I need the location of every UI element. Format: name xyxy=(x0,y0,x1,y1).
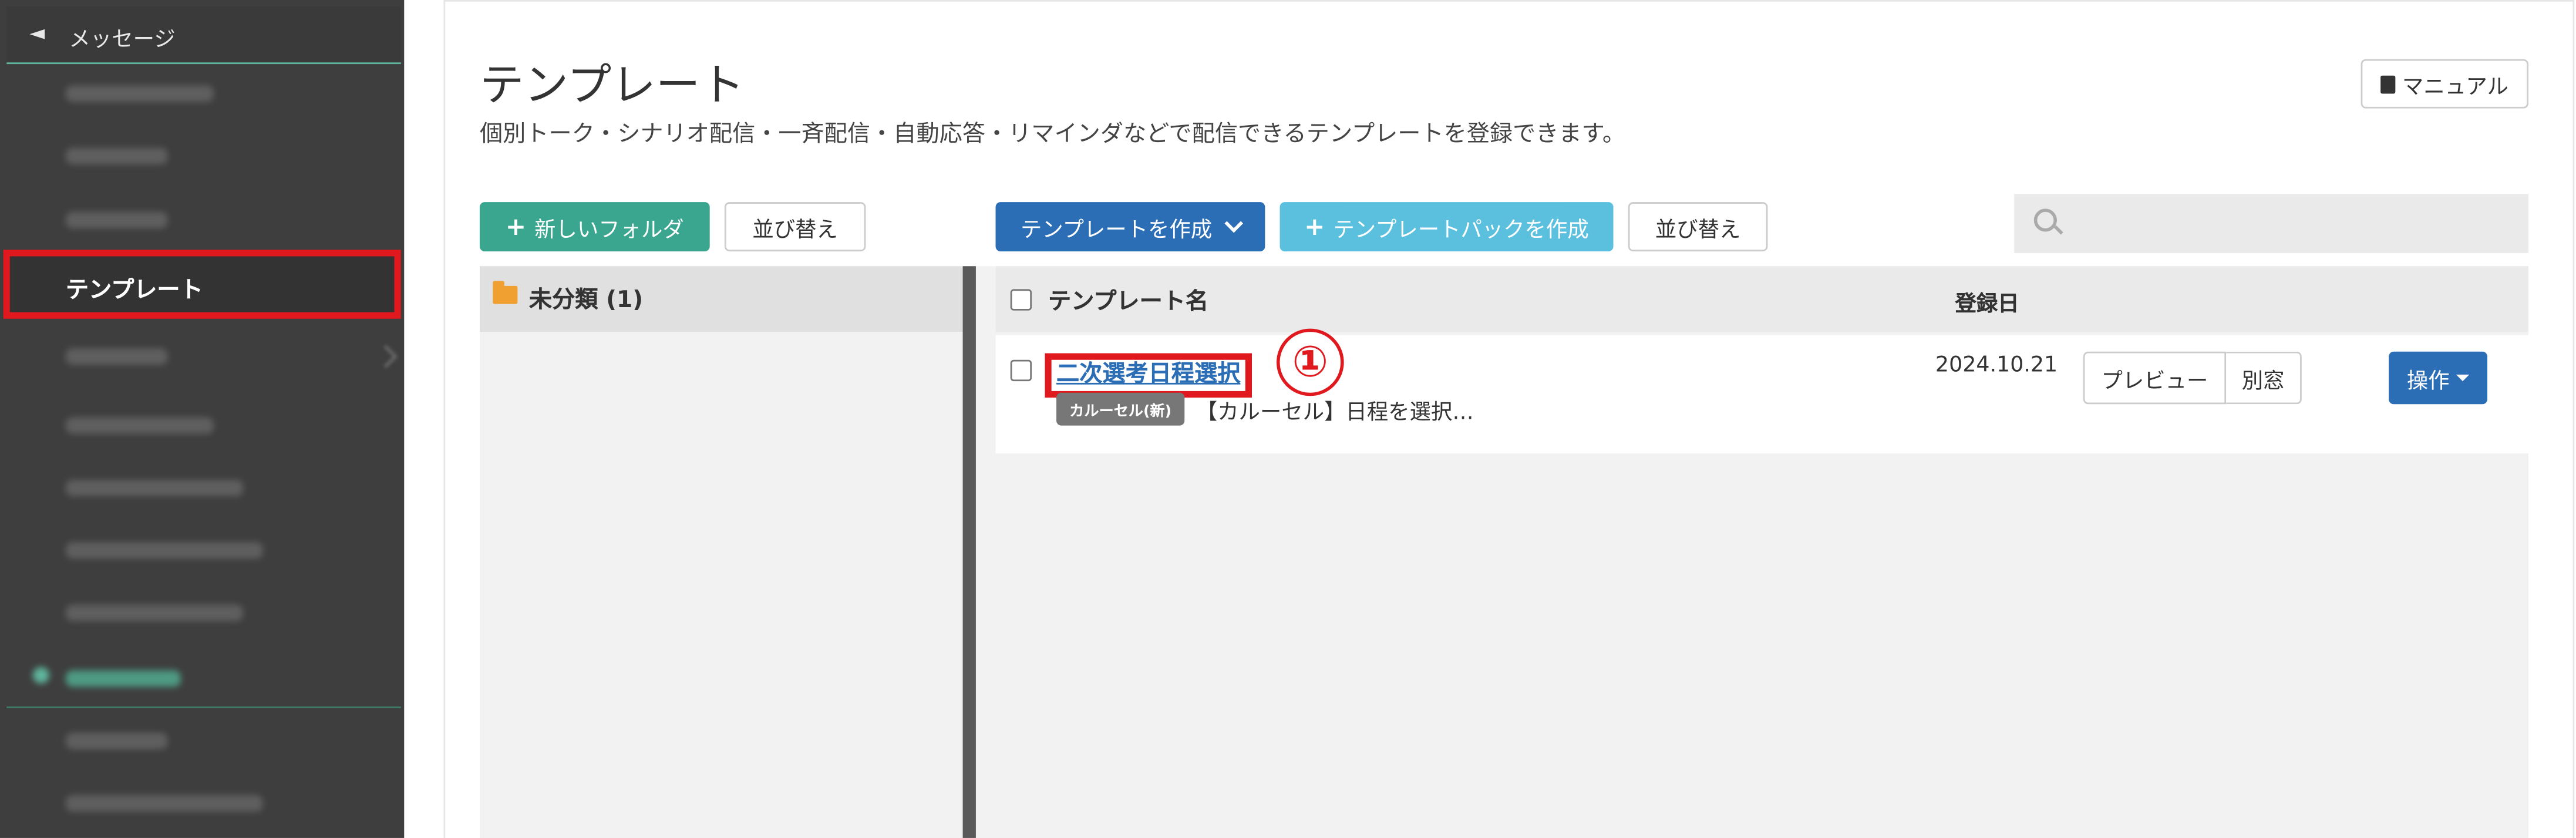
table-row: 二次選考日程選択 ① カルーセル(新) 【カルーセル】日程を選択… 2024.1… xyxy=(995,328,2528,454)
template-table: テンプレート名 登録日 二次選考日程選択 ① カルーセル(新) 【カルーセル】日… xyxy=(975,266,2528,838)
template-sort-label: 並び替え xyxy=(1655,217,1741,243)
sidebar-item-blurred[interactable] xyxy=(65,85,214,102)
folder-item-uncategorized[interactable]: 未分類 (1) xyxy=(479,266,963,332)
sidebar-item-label: テンプレート xyxy=(65,277,203,304)
sidebar-item-blurred[interactable] xyxy=(65,604,244,621)
sidebar-item-blurred[interactable] xyxy=(65,348,168,365)
folder-label: 未分類 (1) xyxy=(528,287,644,314)
page-title: テンプレート xyxy=(479,60,745,112)
megaphone-icon: ◄ xyxy=(29,21,45,45)
section-label-blurred xyxy=(65,670,181,687)
caret-down-icon xyxy=(2456,374,2470,382)
template-description: 【カルーセル】日程を選択… xyxy=(1196,401,1474,426)
preview-button-group: プレビュー 別窓 xyxy=(2083,351,2302,405)
template-name-link[interactable]: 二次選考日程選択 xyxy=(1045,353,1252,398)
folder-panel: 未分類 (1) xyxy=(479,266,963,838)
template-sort-button[interactable]: 並び替え xyxy=(1628,202,1768,252)
select-all-checkbox[interactable] xyxy=(1010,289,1032,311)
actions-dropdown-button[interactable]: 操作 xyxy=(2389,351,2488,405)
folder-sort-button[interactable]: 並び替え xyxy=(724,202,866,252)
sidebar-item-blurred[interactable] xyxy=(65,732,168,749)
page-description: 個別トーク・シナリオ配信・一斉配信・自動応答・リマインダなどで配信できるテンプレ… xyxy=(479,122,1626,148)
create-template-pack-button[interactable]: + テンプレートパックを作成 xyxy=(1279,202,1614,252)
plus-icon: + xyxy=(505,211,527,242)
template-type-badge: カルーセル(新) xyxy=(1056,392,1185,426)
chevron-icon xyxy=(374,345,398,368)
section-icon xyxy=(32,667,49,684)
new-folder-label: 新しいフォルダ xyxy=(534,217,684,243)
sidebar-item-blurred[interactable] xyxy=(65,795,263,812)
manual-button[interactable]: マニュアル xyxy=(2361,59,2528,109)
table-header: テンプレート名 登録日 xyxy=(995,266,2528,332)
panel-resize-handle[interactable] xyxy=(962,266,976,838)
column-header-date: 登録日 xyxy=(1955,292,2019,317)
plus-icon: + xyxy=(1304,211,1325,242)
sidebar-item-template[interactable]: テンプレート xyxy=(3,250,401,319)
search-icon xyxy=(2033,208,2057,232)
registration-date: 2024.10.21 xyxy=(1935,353,2058,378)
annotation-marker: ① xyxy=(1276,328,1344,396)
manual-button-label: マニュアル xyxy=(2402,75,2508,100)
sidebar-section-messages[interactable]: ◄ メッセージ xyxy=(6,6,401,65)
folder-open-icon xyxy=(493,281,518,304)
sidebar-item-blurred[interactable] xyxy=(65,479,244,496)
preview-button[interactable]: プレビュー xyxy=(2083,351,2227,405)
search-input[interactable] xyxy=(2014,194,2528,253)
row-checkbox[interactable] xyxy=(1010,359,1032,382)
create-pack-label: テンプレートパックを作成 xyxy=(1333,217,1589,243)
sidebar-item-blurred[interactable] xyxy=(65,542,263,559)
sidebar-item-blurred[interactable] xyxy=(65,147,168,164)
sidebar: ◄ メッセージ テンプレート xyxy=(0,0,405,838)
sidebar-item-blurred[interactable] xyxy=(65,417,214,434)
sidebar-item-blurred[interactable] xyxy=(65,211,168,228)
book-icon xyxy=(2380,75,2396,93)
actions-label: 操作 xyxy=(2406,369,2450,394)
create-template-label: テンプレートを作成 xyxy=(1021,217,1213,243)
sidebar-section-label: メッセージ xyxy=(69,28,176,53)
create-template-button[interactable]: テンプレートを作成 xyxy=(995,202,1265,252)
folder-sort-label: 並び替え xyxy=(752,217,838,243)
sidebar-section-blurred[interactable] xyxy=(6,654,401,708)
chevron-down-icon xyxy=(1224,214,1243,233)
new-folder-button[interactable]: + 新しいフォルダ xyxy=(479,202,710,252)
column-header-name: テンプレート名 xyxy=(1048,289,1209,316)
open-new-window-button[interactable]: 別窓 xyxy=(2226,351,2302,405)
